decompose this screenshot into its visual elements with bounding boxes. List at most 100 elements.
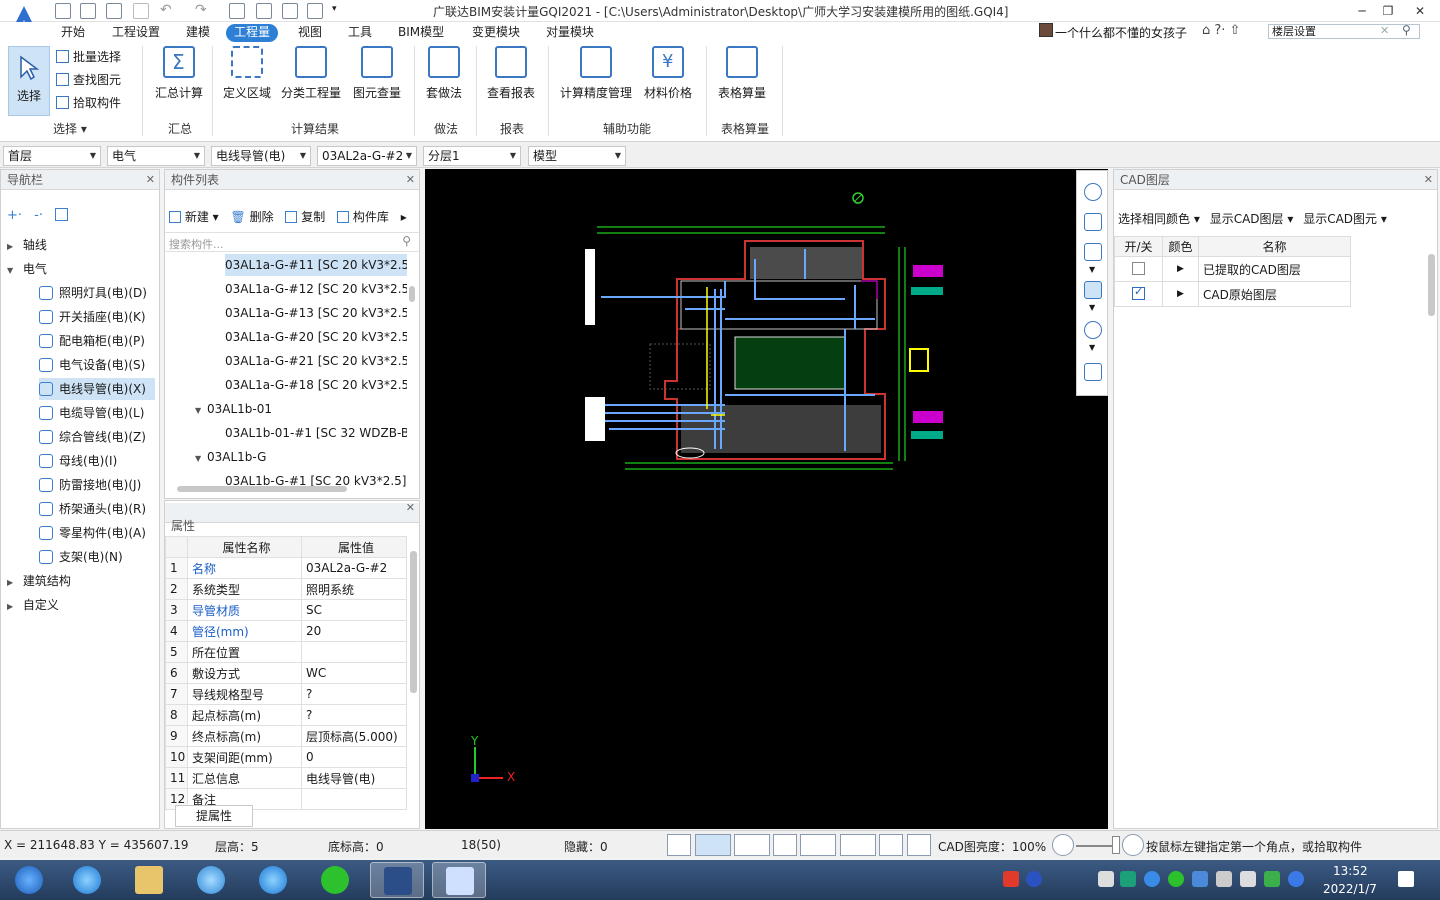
menu-modeling[interactable]: 建模 <box>178 24 218 42</box>
property-value[interactable]: 20 <box>301 620 407 642</box>
property-row[interactable]: 10 支架间距(mm) 0 <box>165 746 407 768</box>
floor-settings-search[interactable]: 楼层设置 <box>1268 24 1420 39</box>
view-report-button[interactable]: 查看报表 <box>486 46 536 101</box>
clock-time[interactable]: 13:52 <box>1333 864 1368 878</box>
chevron-down-icon[interactable]: ▼ <box>1089 265 1095 274</box>
menu-project-settings[interactable]: 工程设置 <box>104 24 168 42</box>
component-list-item[interactable]: 03AL1a-G-#18 [SC 20 kV3*2.5] <box>225 374 407 396</box>
new-file-icon[interactable] <box>80 3 96 19</box>
cad-layer-row[interactable]: ▶ 已提取的CAD图层 <box>1114 256 1351 282</box>
vertical-scrollbar-thumb[interactable] <box>410 551 417 693</box>
property-row[interactable]: 9 终点标高(m) 层顶标高(5.000) <box>165 725 407 747</box>
menu-quantity[interactable]: 工程量 <box>226 24 279 42</box>
clock-date[interactable]: 2022/1/7 <box>1323 882 1377 896</box>
vertical-scrollbar-thumb[interactable] <box>409 286 415 302</box>
more-icon[interactable]: ▸ <box>401 210 407 224</box>
close-button[interactable]: ✕ <box>1410 2 1430 20</box>
chevron-down-icon[interactable]: ▼ <box>195 400 207 420</box>
nav-item[interactable]: 开关插座(电)(K) <box>39 306 155 328</box>
group-label-select[interactable]: 选择 ▾ <box>53 120 87 137</box>
copy-icon[interactable] <box>307 3 323 19</box>
menu-tools[interactable]: 工具 <box>340 24 380 42</box>
chevron-down-icon[interactable]: ▼ <box>195 448 207 468</box>
material-price-button[interactable]: ¥ 材料价格 <box>642 46 694 101</box>
property-row[interactable]: 3 导管材质 SC <box>165 599 407 621</box>
cube-view-icon[interactable] <box>1084 243 1102 261</box>
property-value[interactable]: SC <box>301 599 407 621</box>
chevron-right-icon[interactable]: ▶ <box>7 572 19 594</box>
component-type-select[interactable]: 电线导管(电) ▼ <box>211 146 311 166</box>
open-folder-icon[interactable] <box>106 3 122 19</box>
nav-item[interactable]: ▶ 轴线 <box>7 234 155 256</box>
component-search[interactable]: 搜索构件... ⚲ <box>165 232 419 252</box>
classify-quantity-button[interactable]: 分类工程量 <box>280 46 342 101</box>
property-row[interactable]: 11 汇总信息 电线导管(电) <box>165 767 407 789</box>
show-cad-layer-button[interactable]: 显示CAD图层 ▾ <box>1210 212 1294 226</box>
clear-icon[interactable]: ✕ <box>1380 24 1389 37</box>
user-name[interactable]: 一个什么都不懂的女孩子 <box>1055 24 1187 41</box>
table-icon[interactable] <box>282 3 298 19</box>
expand-all-icon[interactable]: +· <box>7 208 22 223</box>
property-row[interactable]: 8 起点标高(m)? <box>165 704 407 726</box>
property-value[interactable]: 0 <box>301 746 407 768</box>
property-value[interactable]: ? <box>301 704 407 726</box>
component-list-item[interactable]: ▼ 03AL1b-G <box>195 446 395 468</box>
ortho-toggle-icon[interactable] <box>667 834 691 856</box>
property-value[interactable]: 03AL2a-G-#2 <box>301 557 407 579</box>
menu-start[interactable]: 开始 <box>53 24 93 42</box>
property-row[interactable]: 2 系统类型 照明系统 <box>165 578 407 600</box>
browser-tray-icon[interactable] <box>1144 871 1160 887</box>
nav-item[interactable]: 照明灯具(电)(D) <box>39 282 155 304</box>
tray-app-icon-2[interactable] <box>1288 871 1304 887</box>
close-icon[interactable]: ✕ <box>146 170 155 190</box>
monitor-icon[interactable] <box>879 834 903 856</box>
help-tray-icon[interactable] <box>1026 871 1042 887</box>
select-same-color-button[interactable]: 选择相同颜色 ▾ <box>1118 212 1200 226</box>
taskbar-glodon[interactable] <box>432 862 486 898</box>
component-list-item[interactable]: 03AL1b-01-#1 [SC 32 WDZB-BY <box>225 422 407 444</box>
chevron-right-icon[interactable]: ▶ <box>7 236 19 258</box>
chevron-right-icon[interactable]: ▶ <box>7 596 19 618</box>
3d-snap-icon[interactable] <box>734 834 770 856</box>
taskbar-app-bubble[interactable] <box>184 862 238 898</box>
save-icon[interactable] <box>55 3 71 19</box>
edit-icon[interactable] <box>55 208 69 221</box>
property-row[interactable]: 6 敷设方式 WC <box>165 662 407 684</box>
nav-item[interactable]: ▼ 电气 <box>7 258 155 280</box>
apply-method-button[interactable]: 套做法 <box>424 46 464 101</box>
nav-item[interactable]: 零星构件(电)(A) <box>39 522 155 544</box>
tray-app-icon[interactable] <box>1120 871 1136 887</box>
nav-item[interactable]: 桥架通头(电)(R) <box>39 498 155 520</box>
sum-icon[interactable] <box>229 3 245 19</box>
floor-select[interactable]: 首层 ▼ <box>3 146 101 166</box>
nav-item[interactable]: 综合管线(电)(Z) <box>39 426 155 448</box>
taskbar-cad[interactable] <box>370 862 424 898</box>
notification-icon[interactable] <box>1398 871 1414 887</box>
nav-item[interactable]: 防雷接地(电)(J) <box>39 474 155 496</box>
quick-access-dropdown-icon[interactable]: ▾ <box>332 4 337 14</box>
avatar[interactable] <box>1039 23 1053 37</box>
nav-item[interactable]: 母线(电)(I) <box>39 450 155 472</box>
extract-properties-button[interactable]: 提属性 <box>175 805 253 827</box>
copy-component-button[interactable]: 复制 <box>285 210 325 224</box>
3d-view-icon[interactable] <box>1084 213 1102 231</box>
nav-item[interactable]: 配电箱柜(电)(P) <box>39 330 155 352</box>
zoom-out-icon[interactable] <box>1052 834 1074 856</box>
property-value[interactable]: 照明系统 <box>301 578 407 600</box>
redo-icon[interactable]: ↷ <box>195 2 207 18</box>
define-area-button[interactable]: 定义区域 <box>222 46 272 101</box>
chevron-down-icon[interactable]: ▼ <box>1089 303 1095 312</box>
component-list-item[interactable]: 03AL1a-G-#13 [SC 20 kV3*2.5] <box>225 302 407 324</box>
close-icon[interactable]: ✕ <box>406 170 415 190</box>
pick-component-button[interactable]: 拾取构件 <box>56 94 121 111</box>
elevation-offset-icon[interactable] <box>840 834 876 856</box>
property-value[interactable] <box>301 788 407 810</box>
volume-icon[interactable] <box>1240 871 1256 887</box>
table-quantity-button[interactable]: 表格算量 <box>716 46 768 101</box>
rotate-view-icon[interactable] <box>1084 183 1102 201</box>
property-value[interactable]: 电线导管(电) <box>301 767 407 789</box>
nav-item[interactable]: ▶ 自定义 <box>7 594 155 616</box>
expand-arrow-icon[interactable]: ▶ <box>1177 264 1184 274</box>
brightness-slider-thumb[interactable] <box>1112 836 1120 854</box>
select-button[interactable]: 选择 <box>8 46 50 116</box>
